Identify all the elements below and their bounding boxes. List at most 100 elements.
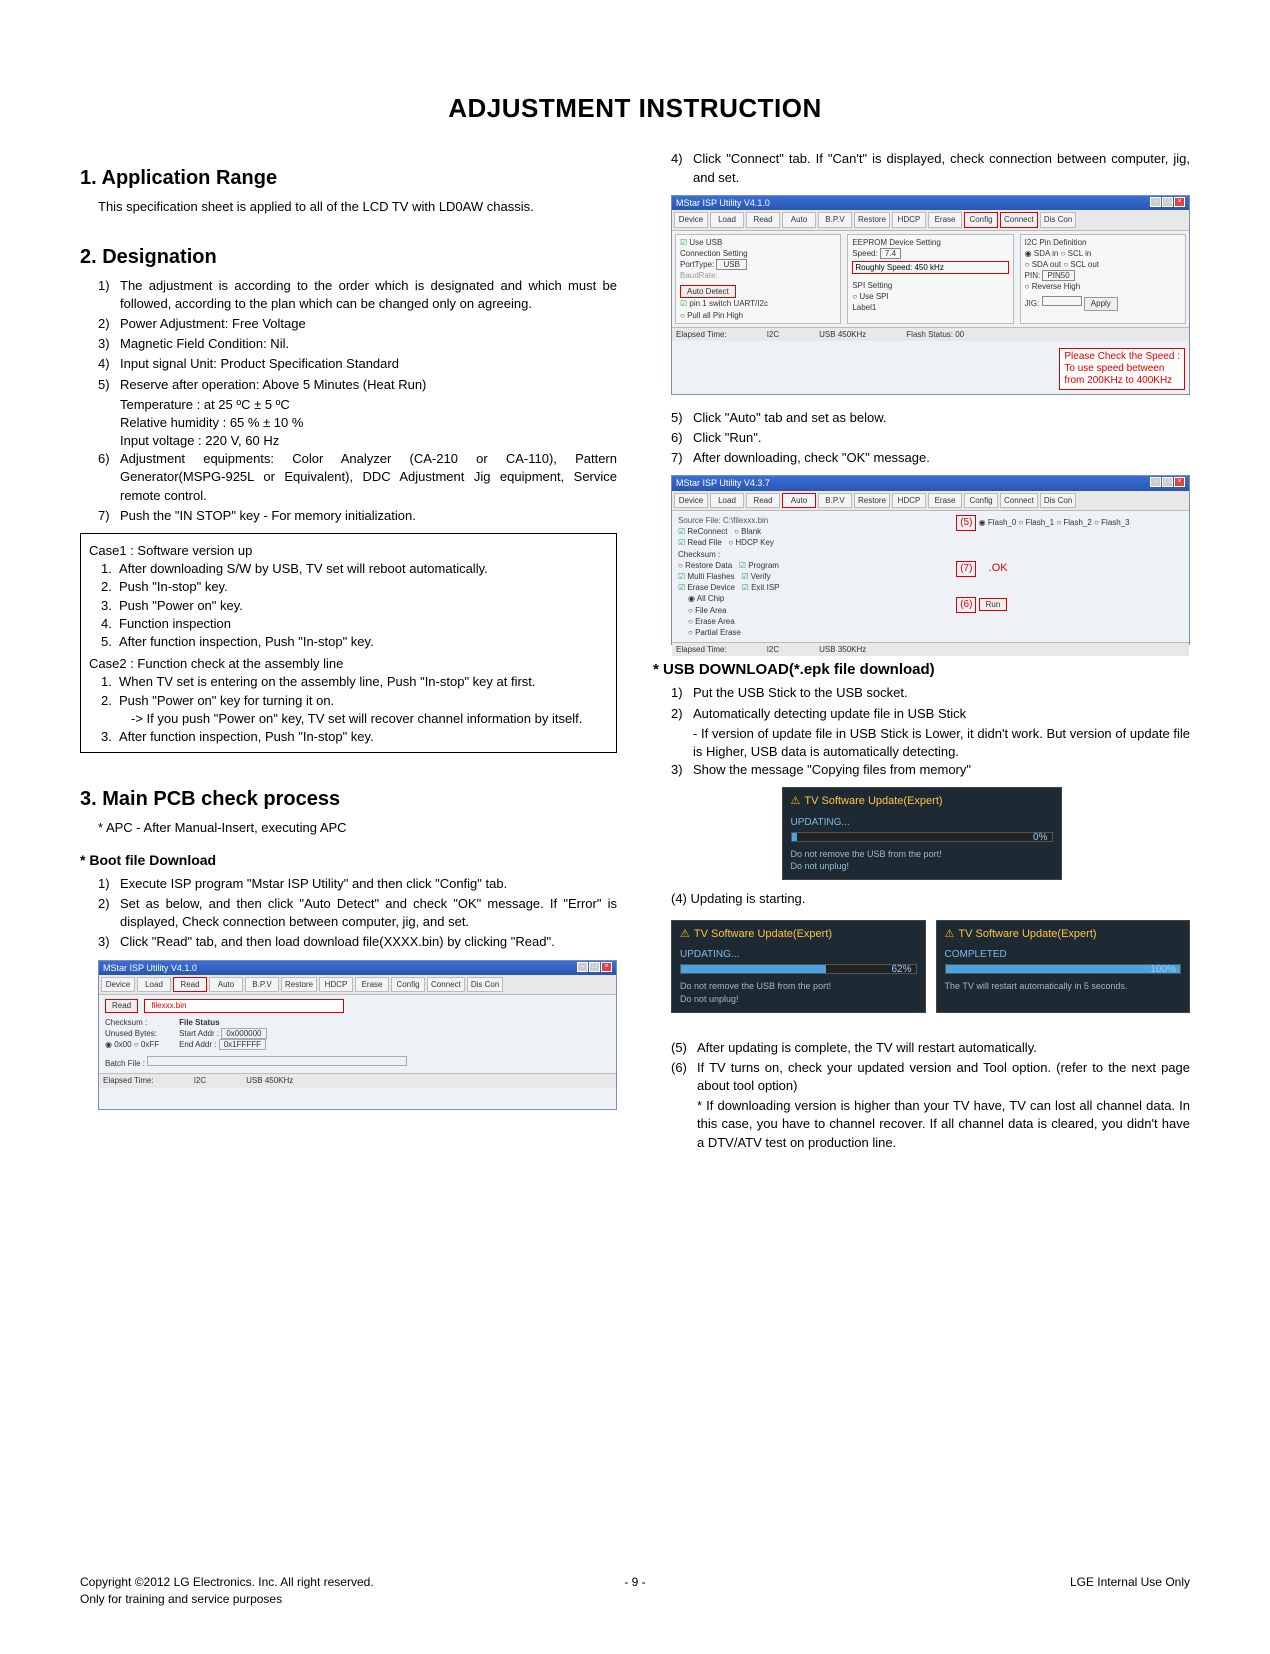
tb-config[interactable]: Config xyxy=(964,212,998,227)
flash3-radio[interactable]: Flash_3 xyxy=(1094,518,1130,527)
c1-2n: 2. xyxy=(101,578,119,596)
tb-restore[interactable]: Restore xyxy=(854,493,890,508)
verify-check[interactable]: Verify xyxy=(741,572,770,581)
exit-check[interactable]: Exit ISP xyxy=(742,583,780,592)
sdain[interactable]: SDA in xyxy=(1025,249,1059,258)
u1: Put the USB Stick to the USB socket. xyxy=(693,684,1190,702)
tb-config[interactable]: Config xyxy=(391,977,425,992)
jig-field[interactable] xyxy=(1042,296,1082,306)
radio-0xff[interactable]: 0xFF xyxy=(134,1040,159,1049)
port-value[interactable]: USB xyxy=(716,259,746,270)
tb-hdcp[interactable]: HDCP xyxy=(319,977,353,992)
allchip-radio[interactable]: All Chip xyxy=(688,593,950,604)
pin-value[interactable]: PIN50 xyxy=(1042,270,1074,281)
tb-auto[interactable]: Auto xyxy=(782,212,816,227)
tb-auto[interactable]: Auto xyxy=(209,977,243,992)
tb-connect[interactable]: Connect xyxy=(1000,212,1038,227)
tb-connect[interactable]: Connect xyxy=(427,977,465,992)
flash0-radio[interactable]: Flash_0 xyxy=(979,518,1017,527)
tb-erase[interactable]: Erase xyxy=(928,212,962,227)
sdaout[interactable]: SDA out xyxy=(1025,260,1061,269)
tb-config[interactable]: Config xyxy=(964,493,998,508)
partial-radio[interactable]: Partial Erase xyxy=(688,627,950,638)
status-usb: USB 450KHz xyxy=(246,1075,293,1086)
pull-check[interactable]: Pull all Pin High xyxy=(680,310,836,321)
batch-field[interactable] xyxy=(147,1056,407,1066)
speed-value[interactable]: 7.4 xyxy=(880,248,901,259)
usespi-check[interactable]: Use SPI xyxy=(852,291,1008,302)
read-button[interactable]: Read xyxy=(105,999,138,1012)
c1-5n: 5. xyxy=(101,633,119,651)
auto-detect-button[interactable]: Auto Detect xyxy=(680,285,736,298)
b3: Click "Read" tab, and then load download… xyxy=(120,933,617,951)
tb-connect[interactable]: Connect xyxy=(1000,493,1038,508)
tb-auto[interactable]: Auto xyxy=(782,493,816,508)
s2-i5a: Temperature : at 25 ºC ± 5 ºC xyxy=(120,396,617,414)
tb-hdcp[interactable]: HDCP xyxy=(892,212,926,227)
start-value: 0x000000 xyxy=(221,1028,266,1039)
max-icon: □ xyxy=(1162,197,1173,207)
run-button[interactable]: Run xyxy=(979,598,1008,611)
close-icon: × xyxy=(1174,197,1185,207)
sclin[interactable]: SCL in xyxy=(1061,249,1092,258)
tb-erase[interactable]: Erase xyxy=(355,977,389,992)
tb-read[interactable]: Read xyxy=(746,493,780,508)
page-footer: Copyright ©2012 LG Electronics. Inc. All… xyxy=(80,1574,1190,1608)
hdcpkey-check[interactable]: HDCP Key xyxy=(728,538,774,547)
program-check[interactable]: Program xyxy=(739,561,779,570)
tb-hdcp[interactable]: HDCP xyxy=(892,493,926,508)
tb-read[interactable]: Read xyxy=(746,212,780,227)
after4: (4) Updating is starting. xyxy=(671,890,1190,908)
tb-device[interactable]: Device xyxy=(674,493,708,508)
blank-check[interactable]: Blank xyxy=(734,527,761,536)
tb-load[interactable]: Load xyxy=(137,977,171,992)
readfile-check[interactable]: Read File xyxy=(678,538,722,547)
tb-bpv[interactable]: B.P.V xyxy=(818,493,852,508)
tb-device[interactable]: Device xyxy=(101,977,135,992)
s2-i5b: Relative humidity : 65 % ± 10 % xyxy=(120,414,617,432)
i2c-label: I2C Pin Definition xyxy=(1025,237,1181,248)
radio-0x00[interactable]: 0x00 xyxy=(105,1040,132,1049)
r4: Click "Connect" tab. If "Can't" is displ… xyxy=(693,150,1190,186)
tb-load[interactable]: Load xyxy=(710,493,744,508)
tb-load[interactable]: Load xyxy=(710,212,744,227)
reverse-check[interactable]: Reverse High xyxy=(1025,281,1181,292)
erase-check[interactable]: Erase Device xyxy=(678,583,735,592)
multi-check[interactable]: Multi Flashes xyxy=(678,572,735,581)
pin-check[interactable]: pin 1 switch UART/I2c xyxy=(680,298,836,309)
port-label: PortType: xyxy=(680,260,714,269)
c1-1n: 1. xyxy=(101,560,119,578)
tb-discon[interactable]: Dis Con xyxy=(1040,212,1076,227)
file-field[interactable]: filexxx.bin xyxy=(144,999,344,1012)
status-i2c: I2C xyxy=(767,644,779,655)
restore-check[interactable]: Restore Data xyxy=(678,561,732,570)
tb-erase[interactable]: Erase xyxy=(928,493,962,508)
section2-list: 1)The adjustment is according to the ord… xyxy=(98,277,617,525)
s2-i5: Reserve after operation: Above 5 Minutes… xyxy=(120,376,617,394)
tb-discon[interactable]: Dis Con xyxy=(1040,493,1076,508)
baud-label: BaudRate: xyxy=(680,271,718,280)
s2-i6: Adjustment equipments: Color Analyzer (C… xyxy=(120,450,617,505)
tb-restore[interactable]: Restore xyxy=(281,977,317,992)
section1-heading: 1. Application Range xyxy=(80,164,617,192)
warning-icon: ⚠ xyxy=(680,928,690,940)
tb-discon[interactable]: Dis Con xyxy=(467,977,503,992)
filearea-radio[interactable]: File Area xyxy=(688,605,950,616)
reconnect-check[interactable]: ReConnect xyxy=(678,527,727,536)
erasearea-radio[interactable]: Erase Area xyxy=(688,616,950,627)
flash2-radio[interactable]: Flash_2 xyxy=(1056,518,1092,527)
s2-i1n: 1) xyxy=(98,277,120,313)
tb-read[interactable]: Read xyxy=(173,977,207,992)
tb-device[interactable]: Device xyxy=(674,212,708,227)
tb-restore[interactable]: Restore xyxy=(854,212,890,227)
status-et: Elapsed Time: xyxy=(676,329,727,340)
tb-bpv[interactable]: B.P.V xyxy=(818,212,852,227)
flash1-radio[interactable]: Flash_1 xyxy=(1019,518,1055,527)
apply-button[interactable]: Apply xyxy=(1084,297,1118,310)
sclout[interactable]: SCL out xyxy=(1063,260,1099,269)
use-usb-check[interactable]: Use USB xyxy=(680,237,836,248)
upd1-status: UPDATING... xyxy=(791,816,1053,830)
r6n: 6) xyxy=(671,429,693,447)
tb-bpv[interactable]: B.P.V xyxy=(245,977,279,992)
u3n: 3) xyxy=(671,761,693,779)
